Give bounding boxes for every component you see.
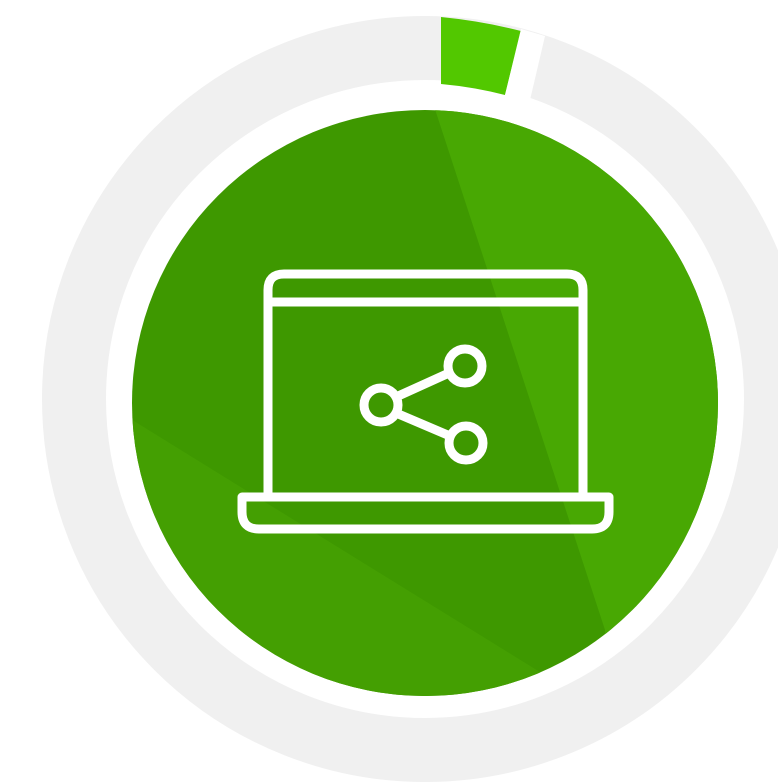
badge-graphic bbox=[0, 0, 778, 784]
badge-svg bbox=[42, 16, 778, 782]
